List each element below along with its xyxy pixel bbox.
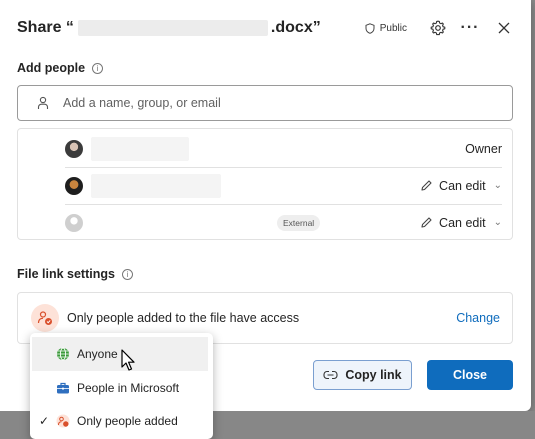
link-access-text: Only people added to the file have acces… <box>67 311 300 325</box>
redacted-name <box>91 137 189 161</box>
permission-label: Can edit <box>439 178 486 193</box>
add-people-label: Add people <box>17 61 86 75</box>
change-link-button[interactable]: Change <box>456 311 500 325</box>
person-icon <box>37 96 49 109</box>
dialog-header: Share “ .docx” Public ··· <box>17 17 513 39</box>
add-people-heading: Add people i <box>17 61 104 75</box>
redacted-filename <box>77 20 268 36</box>
info-icon[interactable]: i <box>121 268 133 280</box>
person-row[interactable]: Can edit ⌄ <box>65 167 502 203</box>
file-link-heading: File link settings i <box>17 267 133 281</box>
person-row[interactable]: Owner <box>65 131 502 167</box>
copy-link-button[interactable]: Copy link <box>313 360 412 390</box>
menu-item-only-people-added[interactable]: ✓ Only people added <box>30 404 213 438</box>
redacted-name <box>91 173 221 198</box>
globe-icon <box>56 347 70 361</box>
avatar <box>65 213 83 232</box>
add-people-field[interactable] <box>17 85 513 121</box>
menu-item-people-in-org[interactable]: People in Microsoft <box>30 371 213 405</box>
header-actions: Public ··· <box>365 17 513 39</box>
link-icon <box>323 370 338 380</box>
person-row[interactable]: External Can edit ⌄ <box>65 204 502 240</box>
close-button[interactable]: Close <box>427 360 513 390</box>
people-lock-icon <box>31 304 59 332</box>
pencil-icon <box>421 180 432 191</box>
title-prefix: Share “ <box>17 19 74 36</box>
chevron-down-icon: ⌄ <box>493 217 502 228</box>
pencil-icon <box>421 217 432 228</box>
permission-label: Can edit <box>439 215 486 230</box>
dialog-title: Share “ .docx” <box>17 19 321 37</box>
mouse-cursor-icon <box>121 349 135 371</box>
copy-link-label: Copy link <box>345 368 402 382</box>
briefcase-icon <box>56 381 70 395</box>
people-lock-icon <box>56 414 70 428</box>
menu-item-label: Only people added <box>77 414 178 428</box>
avatar <box>65 140 83 158</box>
gear-icon <box>430 20 446 36</box>
add-people-input[interactable] <box>63 96 463 110</box>
shield-icon <box>365 22 375 34</box>
menu-item-anyone[interactable]: Anyone <box>32 337 208 371</box>
settings-button[interactable] <box>429 19 447 37</box>
role-label: Owner <box>465 142 502 156</box>
menu-item-label: People in Microsoft <box>77 381 180 395</box>
chevron-down-icon: ⌄ <box>493 180 502 191</box>
more-options-button[interactable]: ··· <box>461 19 479 37</box>
info-icon[interactable]: i <box>92 62 104 74</box>
close-dialog-button[interactable] <box>495 19 513 37</box>
more-options-icon: ··· <box>460 19 480 36</box>
permission-dropdown[interactable]: Can edit ⌄ <box>420 216 502 230</box>
close-icon <box>498 22 510 34</box>
avatar <box>65 176 83 195</box>
people-list: Owner Can edit ⌄ External Can edit ⌄ <box>17 128 513 240</box>
menu-item-label: Anyone <box>77 347 118 361</box>
title-suffix: .docx” <box>270 19 321 36</box>
external-badge: External <box>277 214 321 231</box>
file-link-label: File link settings <box>17 267 115 281</box>
permission-dropdown[interactable]: Can edit ⌄ <box>420 179 502 193</box>
checkmark-icon: ✓ <box>39 414 50 428</box>
public-badge[interactable]: Public <box>365 23 407 34</box>
public-label: Public <box>379 22 407 34</box>
